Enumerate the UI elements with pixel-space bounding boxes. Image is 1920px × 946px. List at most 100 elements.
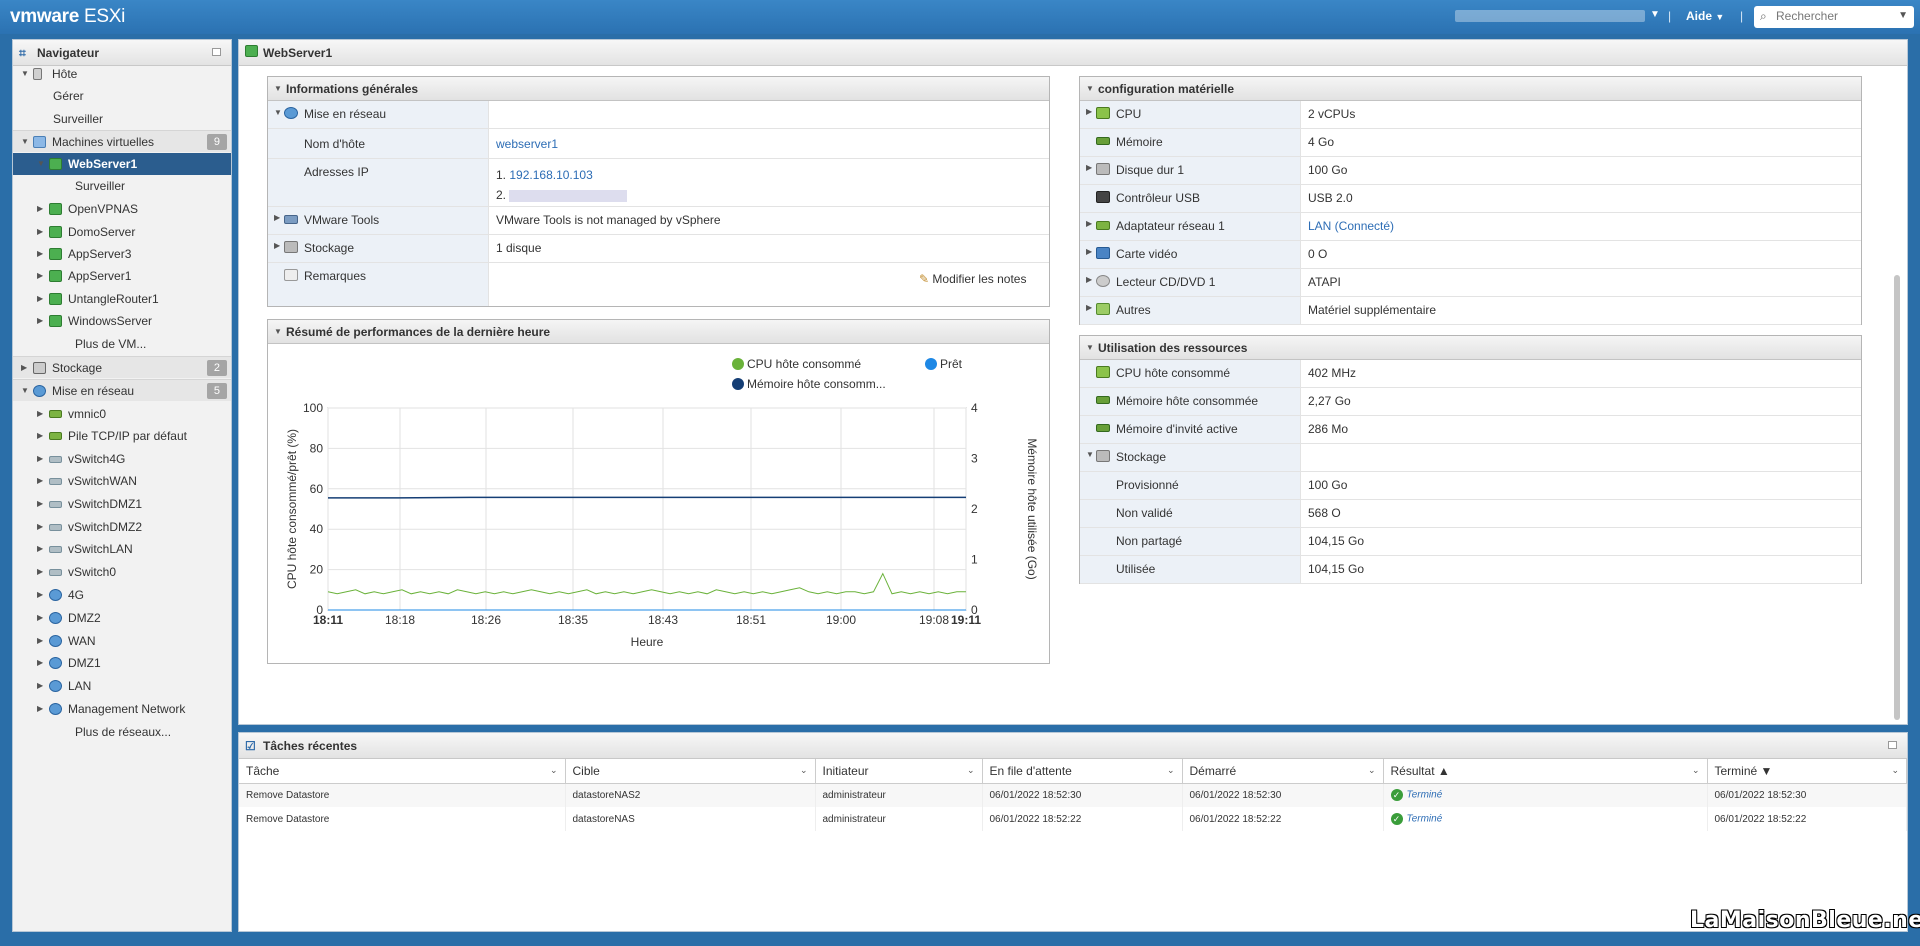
expand-icon[interactable]: ▶ — [37, 243, 43, 265]
table-row[interactable]: Remove Datastore datastoreNAS administrate… — [239, 807, 1907, 831]
expand-icon[interactable]: ▶ — [37, 198, 43, 220]
general-info-header[interactable]: ▼ Informations générales — [268, 77, 1049, 101]
collapse-panel-icon[interactable] — [1888, 741, 1897, 749]
column-header[interactable]: Tâche ⌄ — [239, 759, 566, 784]
expand-icon[interactable]: ▶ — [1086, 303, 1092, 312]
nav-item-appserver3[interactable]: ▶ AppServer3 — [13, 243, 231, 265]
expand-icon[interactable]: ▼ — [274, 108, 282, 117]
expand-icon[interactable]: ▶ — [37, 403, 43, 425]
nav-item-plus-de-r-seaux[interactable]: Plus de réseaux... — [13, 721, 231, 743]
nav-item-vswitchdmz2[interactable]: ▶ vSwitchDMZ2 — [13, 516, 231, 538]
chevron-down-icon[interactable]: ⌄ — [550, 765, 558, 776]
expand-icon[interactable]: ▶ — [21, 357, 27, 379]
chevron-down-icon[interactable]: ⌄ — [1368, 765, 1376, 776]
chevron-down-icon[interactable]: ⌄ — [800, 765, 808, 776]
nav-item-dmz2[interactable]: ▶ DMZ2 — [13, 607, 231, 629]
expand-icon[interactable]: ▶ — [37, 630, 43, 652]
nav-item-webserver1[interactable]: ▼ WebServer1 — [13, 153, 231, 175]
nav-item-4g[interactable]: ▶ 4G — [13, 584, 231, 606]
nav-item-label: Gérer — [53, 89, 84, 103]
nav-item-appserver1[interactable]: ▶ AppServer1 — [13, 265, 231, 287]
expand-icon[interactable]: ▶ — [37, 265, 43, 287]
nav-item-untanglerouter1[interactable]: ▶ UntangleRouter1 — [13, 288, 231, 310]
chevron-down-icon[interactable]: ⌄ — [1692, 765, 1700, 776]
expand-icon[interactable]: ▶ — [37, 516, 43, 538]
expand-icon[interactable]: ▶ — [1086, 219, 1092, 228]
collapse-icon[interactable]: ▼ — [21, 380, 29, 402]
column-header[interactable]: Terminé ▼ ⌄ — [1707, 759, 1907, 784]
expand-icon[interactable]: ▶ — [37, 652, 43, 674]
expand-icon[interactable]: ▶ — [37, 221, 43, 243]
performance-header[interactable]: ▼ Résumé de performances de la dernière h… — [268, 320, 1049, 344]
nav-item-surveiller[interactable]: Surveiller — [13, 175, 231, 197]
user-menu[interactable] — [1455, 10, 1645, 22]
chevron-down-icon[interactable]: ▼ — [1898, 10, 1908, 21]
collapse-icon[interactable]: ▼ — [1086, 77, 1094, 101]
expand-icon[interactable]: ▶ — [37, 493, 43, 515]
nav-item-h-te[interactable]: ▼ Hôte — [13, 63, 231, 85]
collapse-icon[interactable]: ▼ — [21, 63, 29, 85]
nav-item-vswitchdmz1[interactable]: ▶ vSwitchDMZ1 — [13, 493, 231, 515]
nav-item-openvpnas[interactable]: ▶ OpenVPNAS — [13, 198, 231, 220]
scrollbar[interactable] — [1894, 275, 1900, 720]
nav-item-management-network[interactable]: ▶ Management Network — [13, 698, 231, 720]
nav-item-vswitchwan[interactable]: ▶ vSwitchWAN — [13, 470, 231, 492]
collapse-icon[interactable]: ▼ — [21, 131, 29, 153]
expand-icon[interactable]: ▶ — [1086, 107, 1092, 116]
column-header[interactable]: Résultat ▲ ⌄ — [1383, 759, 1708, 784]
chevron-down-icon[interactable]: ⌄ — [1167, 765, 1175, 776]
collapse-icon[interactable]: ▼ — [274, 77, 282, 101]
nav-item-vswitch4g[interactable]: ▶ vSwitch4G — [13, 448, 231, 470]
hardware-header[interactable]: ▼ configuration matérielle — [1080, 77, 1861, 101]
expand-icon[interactable]: ▶ — [37, 470, 43, 492]
expand-icon[interactable]: ▶ — [274, 213, 280, 222]
expand-icon[interactable]: ▶ — [1086, 247, 1092, 256]
nav-item-surveiller[interactable]: Surveiller — [13, 108, 231, 130]
nav-item-machines-virtuelles[interactable]: ▼ Machines virtuelles 9 — [13, 130, 231, 152]
expand-icon[interactable]: ▶ — [1086, 163, 1092, 172]
row-value[interactable]: LAN (Connecté) — [1308, 219, 1394, 233]
edit-notes-button[interactable]: ✎ Modifier les notes — [919, 272, 1026, 286]
expand-icon[interactable]: ▶ — [37, 607, 43, 629]
expand-icon[interactable]: ▶ — [1086, 275, 1092, 284]
column-header[interactable]: Démarré ⌄ — [1182, 759, 1384, 784]
resources-header[interactable]: ▼ Utilisation des ressources — [1080, 336, 1861, 360]
search-input[interactable]: ⌕ Rechercher ▼ — [1754, 6, 1914, 28]
column-header[interactable]: Cible ⌄ — [565, 759, 816, 784]
nav-item-vmnic0[interactable]: ▶ vmnic0 — [13, 403, 231, 425]
nav-item-windowsserver[interactable]: ▶ WindowsServer — [13, 310, 231, 332]
expand-icon[interactable]: ▶ — [37, 448, 43, 470]
help-menu[interactable]: Aide ▼ — [1686, 9, 1724, 23]
nav-item-lan[interactable]: ▶ LAN — [13, 675, 231, 697]
column-header[interactable]: Initiateur ⌄ — [815, 759, 983, 784]
nav-item-g-rer[interactable]: Gérer — [13, 85, 231, 107]
expand-icon[interactable]: ▶ — [274, 241, 280, 250]
nav-item-wan[interactable]: ▶ WAN — [13, 630, 231, 652]
nav-item-pile-tcp-ip-par-d-faut[interactable]: ▶ Pile TCP/IP par défaut — [13, 425, 231, 447]
column-header[interactable]: En file d'attente ⌄ — [982, 759, 1183, 784]
expand-icon[interactable]: ▶ — [37, 675, 43, 697]
collapse-icon[interactable]: ▼ — [37, 153, 45, 175]
expand-icon[interactable]: ▶ — [37, 561, 43, 583]
collapse-icon[interactable]: ▼ — [1086, 336, 1094, 360]
table-row[interactable]: Remove Datastore datastoreNAS2 administrat… — [239, 783, 1907, 807]
expand-icon[interactable]: ▶ — [37, 310, 43, 332]
chevron-down-icon[interactable]: ⌄ — [967, 765, 975, 776]
nav-item-dmz1[interactable]: ▶ DMZ1 — [13, 652, 231, 674]
nav-item-domoserver[interactable]: ▶ DomoServer — [13, 221, 231, 243]
collapse-panel-icon[interactable] — [212, 48, 221, 56]
expand-icon[interactable]: ▶ — [37, 425, 43, 447]
nav-item-mise-en-r-seau[interactable]: ▼ Mise en réseau 5 — [13, 379, 231, 401]
nav-item-vswitch0[interactable]: ▶ vSwitch0 — [13, 561, 231, 583]
nav-item-plus-de-vm[interactable]: Plus de VM... — [13, 333, 231, 355]
expand-icon[interactable]: ▶ — [37, 288, 43, 310]
expand-icon[interactable]: ▶ — [37, 538, 43, 560]
collapse-icon[interactable]: ▼ — [274, 320, 282, 344]
nav-item-vswitchlan[interactable]: ▶ vSwitchLAN — [13, 538, 231, 560]
chevron-down-icon[interactable]: ⌄ — [1891, 765, 1899, 776]
expand-icon[interactable]: ▶ — [37, 584, 43, 606]
expand-icon[interactable]: ▶ — [37, 698, 43, 720]
chevron-down-icon[interactable]: ▼ — [1650, 9, 1660, 20]
collapse-icon[interactable]: ▼ — [1086, 450, 1094, 459]
nav-item-stockage[interactable]: ▶ Stockage 2 — [13, 356, 231, 378]
